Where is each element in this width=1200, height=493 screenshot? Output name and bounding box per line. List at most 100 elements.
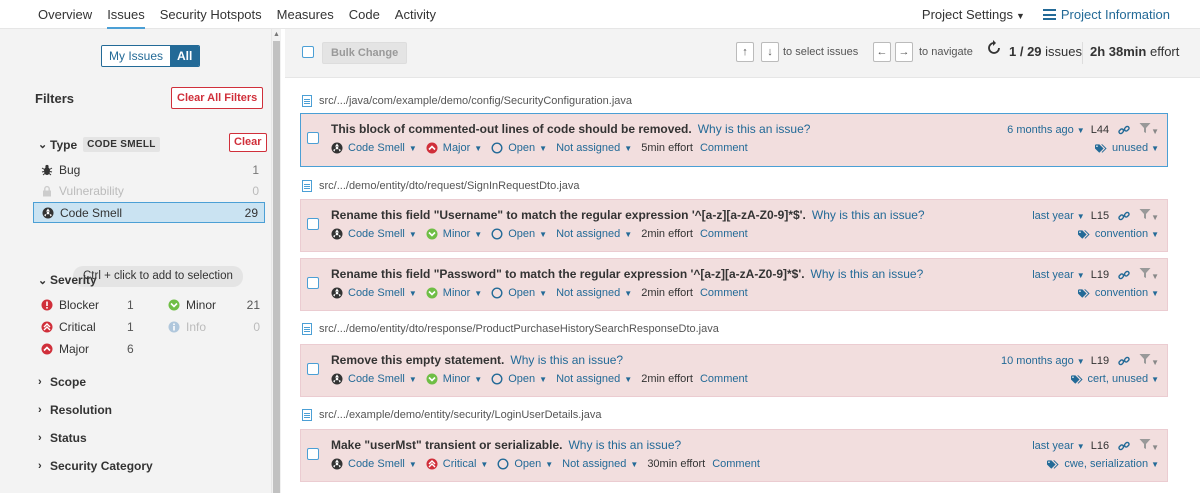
issue-severity-dropdown[interactable]: Critical ▼: [426, 458, 488, 470]
comment-link[interactable]: Comment: [700, 373, 748, 385]
permalink-icon[interactable]: [1118, 210, 1130, 222]
issue-line[interactable]: L19: [1091, 269, 1109, 281]
clear-all-filters-button[interactable]: Clear All Filters: [171, 87, 264, 109]
filter-dropdown[interactable]: ▼: [1139, 267, 1159, 282]
permalink-icon[interactable]: [1118, 355, 1130, 367]
issue-line[interactable]: L16: [1091, 440, 1109, 452]
issue-status-dropdown[interactable]: Open ▼: [491, 228, 547, 240]
why-link[interactable]: Why is this an issue?: [812, 208, 925, 222]
severity-minor[interactable]: Minor 21: [168, 295, 262, 315]
issue-type-dropdown[interactable]: Code Smell ▼: [331, 458, 417, 470]
issue-line[interactable]: L15: [1091, 210, 1109, 222]
filter-dropdown[interactable]: ▼: [1139, 122, 1159, 137]
issue-severity-dropdown[interactable]: Minor ▼: [426, 228, 482, 240]
tab-overview[interactable]: Overview: [38, 0, 92, 29]
issue-date-dropdown[interactable]: last year ▼: [1032, 440, 1085, 452]
issue-status-dropdown[interactable]: Open ▼: [491, 287, 547, 299]
issue-message[interactable]: Rename this field "Password" to match th…: [331, 267, 805, 281]
issue-tags[interactable]: cwe, serialization ▼: [1047, 458, 1159, 470]
why-link[interactable]: Why is this an issue?: [811, 267, 924, 281]
issue-assignee-dropdown[interactable]: Not assigned ▼: [556, 287, 632, 299]
filter-dropdown[interactable]: ▼: [1139, 353, 1159, 368]
select-all-checkbox[interactable]: [302, 46, 314, 58]
facet-item-vulnerability[interactable]: Vulnerability 0: [33, 180, 265, 201]
severity-critical[interactable]: Critical 1: [41, 317, 141, 337]
project-settings-menu[interactable]: Project Settings ▼: [922, 7, 1025, 22]
file-header[interactable]: src/.../demo/entity/dto/response/Product…: [302, 321, 719, 337]
tab-code[interactable]: Code: [349, 0, 380, 29]
issue-tags[interactable]: cert, unused ▼: [1071, 373, 1159, 385]
permalink-icon[interactable]: [1118, 269, 1130, 281]
issue-line[interactable]: L19: [1091, 355, 1109, 367]
tab-activity[interactable]: Activity: [395, 0, 436, 29]
comment-link[interactable]: Comment: [700, 142, 748, 154]
facet-severity-header[interactable]: ⌄ Severity: [38, 273, 97, 287]
comment-link[interactable]: Comment: [700, 228, 748, 240]
issue-type-dropdown[interactable]: Code Smell ▼: [331, 142, 417, 154]
my-issues-button[interactable]: My Issues: [102, 46, 171, 66]
issue-assignee-dropdown[interactable]: Not assigned ▼: [562, 458, 638, 470]
permalink-icon[interactable]: [1118, 124, 1130, 136]
severity-major[interactable]: Major 6: [41, 339, 141, 359]
issue-date-dropdown[interactable]: last year ▼: [1032, 210, 1085, 222]
comment-link[interactable]: Comment: [712, 458, 760, 470]
tab-issues[interactable]: Issues: [107, 0, 145, 29]
issue-assignee-dropdown[interactable]: Not assigned ▼: [556, 142, 632, 154]
issue-line[interactable]: L44: [1091, 124, 1109, 136]
issue-card[interactable]: Rename this field "Username" to match th…: [300, 199, 1168, 252]
facet-scope-header[interactable]: › Scope: [38, 375, 86, 389]
issue-message[interactable]: Rename this field "Username" to match th…: [331, 208, 806, 222]
clear-type-button[interactable]: Clear: [229, 133, 267, 152]
issue-card[interactable]: This block of commented-out lines of cod…: [300, 113, 1168, 167]
issue-tags[interactable]: convention ▼: [1078, 228, 1159, 240]
severity-blocker[interactable]: Blocker 1: [41, 295, 141, 315]
permalink-icon[interactable]: [1118, 440, 1130, 452]
why-link[interactable]: Why is this an issue?: [510, 353, 623, 367]
severity-info[interactable]: Info 0: [168, 317, 262, 337]
issue-checkbox[interactable]: [307, 277, 319, 289]
facet-item-code-smell[interactable]: Code Smell 29: [33, 202, 265, 223]
issue-severity-dropdown[interactable]: Major ▼: [426, 142, 482, 154]
issue-type-dropdown[interactable]: Code Smell ▼: [331, 228, 417, 240]
issue-message[interactable]: This block of commented-out lines of cod…: [331, 122, 692, 136]
issue-assignee-dropdown[interactable]: Not assigned ▼: [556, 373, 632, 385]
issue-tags[interactable]: unused ▼: [1095, 142, 1159, 154]
facet-status-header[interactable]: › Status: [38, 431, 87, 445]
facet-security-category-header[interactable]: › Security Category: [38, 459, 153, 473]
issue-card[interactable]: Make "userMst" transient or serializable…: [300, 429, 1168, 482]
facet-resolution-header[interactable]: › Resolution: [38, 403, 112, 417]
tab-measures[interactable]: Measures: [277, 0, 334, 29]
issue-message[interactable]: Remove this empty statement.: [331, 353, 504, 367]
filter-dropdown[interactable]: ▼: [1139, 438, 1159, 453]
filter-dropdown[interactable]: ▼: [1139, 208, 1159, 223]
issue-date-dropdown[interactable]: 6 months ago ▼: [1007, 124, 1085, 136]
issue-card[interactable]: Rename this field "Password" to match th…: [300, 258, 1168, 311]
project-information-link[interactable]: Project Information: [1042, 7, 1170, 22]
reload-icon[interactable]: [985, 39, 1003, 57]
all-issues-button[interactable]: All: [170, 46, 200, 66]
tab-security-hotspots[interactable]: Security Hotspots: [160, 0, 262, 29]
facet-item-bug[interactable]: Bug 1: [33, 159, 265, 180]
file-header[interactable]: src/.../example/demo/entity/security/Log…: [302, 407, 601, 423]
issue-severity-dropdown[interactable]: Minor ▼: [426, 373, 482, 385]
file-header[interactable]: src/.../demo/entity/dto/request/SignInRe…: [302, 178, 579, 194]
scroll-up-icon[interactable]: ▲: [273, 30, 280, 39]
file-header[interactable]: src/.../java/com/example/demo/config/Sec…: [302, 93, 632, 109]
issue-checkbox[interactable]: [307, 448, 319, 460]
issue-status-dropdown[interactable]: Open ▼: [491, 373, 547, 385]
sidebar-scrollbar-thumb[interactable]: [273, 41, 280, 493]
why-link[interactable]: Why is this an issue?: [568, 438, 681, 452]
issue-checkbox[interactable]: [307, 218, 319, 230]
issue-status-dropdown[interactable]: Open ▼: [491, 142, 547, 154]
comment-link[interactable]: Comment: [700, 287, 748, 299]
issue-card[interactable]: Remove this empty statement. Why is this …: [300, 344, 1168, 397]
issue-tags[interactable]: convention ▼: [1078, 287, 1159, 299]
why-link[interactable]: Why is this an issue?: [698, 122, 811, 136]
issue-message[interactable]: Make "userMst" transient or serializable…: [331, 438, 562, 452]
issue-date-dropdown[interactable]: last year ▼: [1032, 269, 1085, 281]
issue-checkbox[interactable]: [307, 363, 319, 375]
issue-assignee-dropdown[interactable]: Not assigned ▼: [556, 228, 632, 240]
bulk-change-button[interactable]: Bulk Change: [322, 42, 408, 64]
issue-type-dropdown[interactable]: Code Smell ▼: [331, 287, 417, 299]
issue-status-dropdown[interactable]: Open ▼: [497, 458, 553, 470]
